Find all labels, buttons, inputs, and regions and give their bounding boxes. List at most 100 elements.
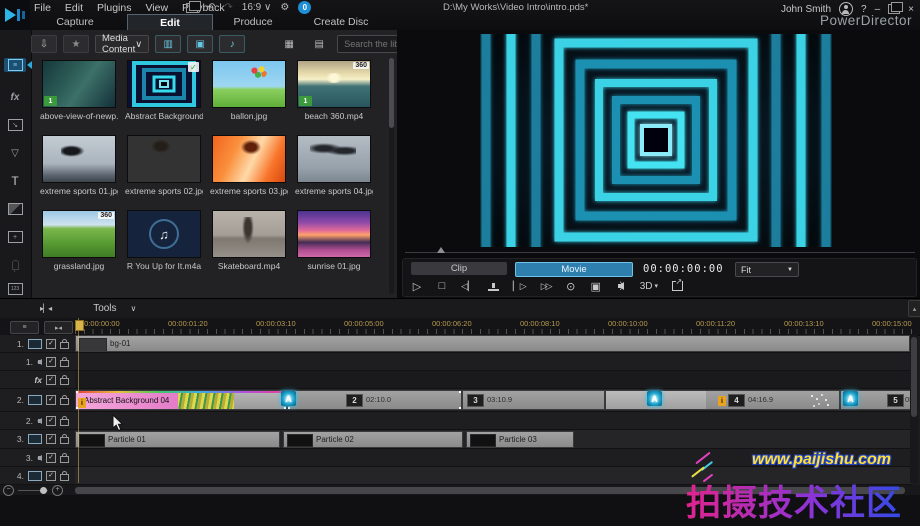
settings-gear-icon[interactable]: ⚙ — [280, 2, 289, 13]
title-room-button[interactable]: T — [4, 174, 26, 188]
jog-seek-icon[interactable] — [488, 281, 500, 291]
zoom-fit-dropdown[interactable]: Fit ▼ — [735, 262, 799, 277]
media-item[interactable]: 1 above-view-of-newp... — [40, 60, 118, 121]
voiceover-room-button[interactable] — [4, 258, 26, 272]
video-track-3-lane[interactable]: Particle 01 Particle 02 Particle 03 — [75, 430, 912, 449]
split-clip-button[interactable]: ▸▏◂ — [40, 304, 52, 313]
effect-room-button[interactable]: fx — [4, 90, 26, 104]
track-enable-checkbox[interactable]: ✓ — [46, 356, 56, 367]
tools-dropdown[interactable]: Tools ∨ — [93, 303, 136, 314]
track-enable-checkbox[interactable]: ✓ — [46, 434, 56, 444]
snapshot-camera-icon[interactable]: ⊙ — [565, 280, 577, 293]
menu-plugins[interactable]: Plugins — [97, 2, 131, 14]
media-item[interactable]: ✓ Abstract Background... — [125, 60, 203, 121]
undock-preview-icon[interactable] — [671, 277, 683, 291]
media-item[interactable]: ♫ R You Up for It.m4a — [125, 210, 203, 271]
track-enable-checkbox[interactable]: ✓ — [46, 374, 56, 385]
tab-edit[interactable]: Edit — [127, 14, 213, 31]
clip-4[interactable]: i 4 04:16.9 — [605, 390, 840, 410]
media-item[interactable]: 360 1 beach 360.mp4 — [295, 60, 373, 121]
undo-icon[interactable]: ↶ — [207, 2, 215, 13]
lock-icon[interactable] — [60, 374, 69, 385]
clip-particle-01[interactable]: Particle 01 — [75, 431, 280, 448]
info-icon[interactable]: i — [718, 396, 726, 406]
lock-icon[interactable] — [60, 415, 69, 426]
zoom-slider-thumb[interactable] — [40, 486, 47, 494]
stop-button[interactable]: □ — [436, 280, 448, 292]
clip-2[interactable]: 2 02:10.0 — [287, 390, 462, 410]
zoom-slider[interactable] — [18, 486, 48, 494]
next-frame-button[interactable]: ▏▷ — [513, 281, 527, 292]
tab-produce[interactable]: Produce — [218, 14, 288, 29]
plugins-button[interactable]: ★ — [63, 35, 89, 53]
info-icon[interactable]: i — [78, 398, 86, 408]
transition-icon[interactable]: A — [843, 391, 858, 406]
clip-particle-03[interactable]: Particle 03 — [466, 431, 574, 448]
preview-seek-bar[interactable] — [405, 252, 915, 253]
track-manager-button[interactable]: ≡ — [10, 321, 39, 334]
media-item[interactable]: extreme sports 03.jpg — [210, 135, 288, 196]
menu-edit[interactable]: Edit — [65, 2, 83, 14]
media-room-button[interactable]: ≡ — [4, 58, 26, 72]
media-item[interactable]: sunrise 01.jpg — [295, 210, 373, 271]
video-preview[interactable] — [480, 0, 832, 315]
timeline-scroll-up-button[interactable]: ▴ — [908, 300, 920, 317]
grid-view-button[interactable]: ▦ — [277, 36, 301, 52]
media-item[interactable]: extreme sports 01.jpg — [40, 135, 118, 196]
lock-icon[interactable] — [60, 434, 69, 444]
audio-mixing-room-button[interactable]: + — [4, 230, 26, 244]
import-media-button[interactable]: ⇩ — [31, 35, 57, 53]
fit-timeline-button[interactable]: ▸◂ — [44, 321, 73, 334]
lock-icon[interactable] — [60, 452, 69, 463]
clip-particle-02[interactable]: Particle 02 — [283, 431, 463, 448]
workspace-icon[interactable] — [186, 0, 201, 13]
chapter-room-button[interactable]: 123 — [4, 282, 26, 296]
lock-icon[interactable] — [60, 356, 69, 367]
playhead-marker[interactable] — [75, 320, 84, 331]
track-enable-checkbox[interactable]: ✓ — [46, 415, 56, 426]
media-item[interactable]: extreme sports 02.jpg — [125, 135, 203, 196]
track-enable-checkbox[interactable]: ✓ — [46, 470, 56, 481]
lock-icon[interactable] — [60, 338, 69, 349]
media-item[interactable]: Skateboard.mp4 — [210, 210, 288, 271]
notification-badge[interactable]: 0 — [298, 1, 312, 14]
clip-abstract-background[interactable]: Abstract Background 04 i — [75, 390, 287, 410]
transition-room-button[interactable] — [4, 202, 26, 216]
audio-track-2-lane[interactable] — [75, 412, 912, 430]
tab-capture[interactable]: Capture — [40, 14, 110, 29]
clip-mode-button[interactable]: Clip — [411, 262, 507, 275]
tab-create-disc[interactable]: Create Disc — [303, 14, 379, 29]
filter-music-button[interactable]: ♪ — [219, 35, 246, 53]
track-enable-checkbox[interactable]: ✓ — [46, 452, 56, 463]
timecode-display[interactable]: 00:00:00:00 — [643, 263, 724, 275]
media-item[interactable]: extreme sports 04.jpg — [295, 135, 373, 196]
track-enable-checkbox[interactable]: ✓ — [46, 395, 56, 405]
menu-view[interactable]: View — [145, 2, 168, 14]
video-track-2-lane[interactable]: Abstract Background 04 i A 2 02:10.0 3 0… — [75, 389, 912, 412]
menu-file[interactable]: File — [34, 2, 51, 14]
filter-photo-button[interactable]: ▣ — [187, 35, 214, 53]
timeline-ruler[interactable]: ≡ ▸◂ 00:00:00:00 00:00:01:20 00:00:03:10… — [0, 318, 920, 336]
transition-icon[interactable]: A — [647, 391, 662, 406]
pip-room-button[interactable]: ↘ — [4, 118, 26, 132]
library-filter-dropdown[interactable]: Media Content ∨ — [95, 33, 150, 55]
filter-video-button[interactable]: ▥ — [155, 35, 182, 53]
library-menu-button[interactable]: ▤ — [307, 36, 331, 52]
preview-quality-icon[interactable]: ▣ — [590, 280, 602, 293]
3d-mode-button[interactable]: 3D ▾ — [640, 281, 658, 292]
clip-3[interactable]: 3 03:10.9 — [462, 390, 605, 410]
redo-icon[interactable]: ↷ — [224, 2, 232, 13]
fx-track-lane[interactable] — [75, 371, 912, 389]
particle-room-button[interactable]: ▽ — [4, 146, 26, 160]
seek-marker-icon[interactable] — [437, 247, 445, 253]
play-button[interactable]: ▷ — [411, 280, 423, 293]
track-enable-checkbox[interactable]: ✓ — [46, 338, 56, 349]
lock-icon[interactable] — [60, 470, 69, 481]
video-track-1-lane[interactable]: bg-01 — [75, 335, 912, 353]
media-item[interactable]: ballon.jpg — [210, 60, 288, 121]
aspect-ratio-select[interactable]: 16:9 ∨ — [242, 2, 272, 13]
movie-mode-button[interactable]: Movie — [515, 262, 633, 277]
library-scrollbar[interactable] — [389, 58, 394, 294]
volume-speaker-icon[interactable] — [617, 280, 624, 290]
media-item[interactable]: 360 grassland.jpg — [40, 210, 118, 271]
